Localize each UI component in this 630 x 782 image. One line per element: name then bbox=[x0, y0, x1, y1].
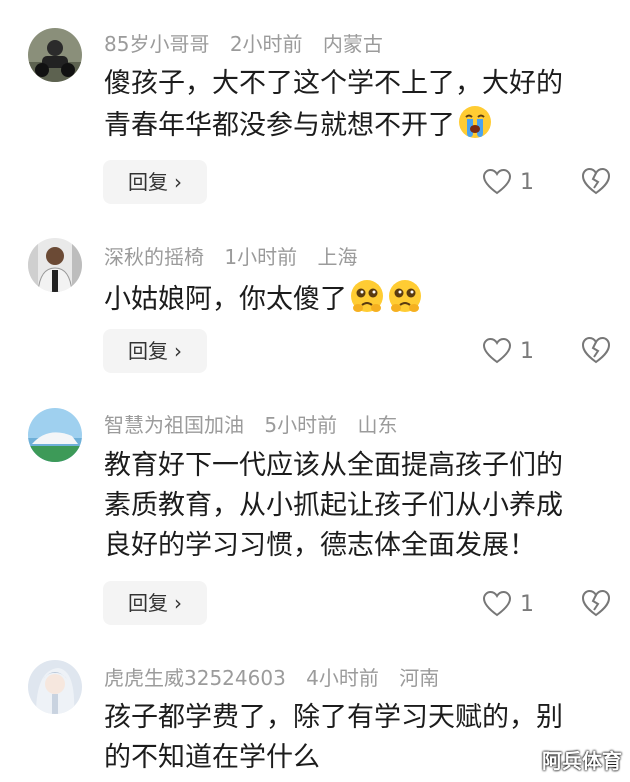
location: 上海 bbox=[317, 245, 358, 269]
chevron-right-icon: › bbox=[174, 170, 182, 194]
username[interactable]: 智慧为祖国加油 bbox=[104, 413, 244, 437]
comment-text: 孩子都学费了，除了有学习天赋的，别 的不知道在学什么 bbox=[104, 702, 563, 773]
heart-icon bbox=[482, 337, 512, 364]
dislike-button[interactable] bbox=[581, 166, 611, 196]
chevron-right-icon: › bbox=[174, 591, 182, 615]
location: 山东 bbox=[357, 413, 398, 437]
reply-button[interactable]: 回复 › bbox=[103, 581, 207, 625]
comment-meta: 深秋的摇椅 1小时前 上海 bbox=[104, 245, 371, 269]
comment-meta: 智慧为祖国加油 5小时前 山东 bbox=[104, 413, 411, 437]
watermark: 阿兵体育 bbox=[542, 749, 622, 773]
broken-heart-icon bbox=[581, 336, 611, 364]
avatar[interactable] bbox=[28, 28, 82, 82]
heart-icon bbox=[482, 590, 512, 617]
timestamp: 1小时前 bbox=[224, 245, 298, 269]
timestamp: 5小时前 bbox=[264, 413, 338, 437]
like-button[interactable]: 1 bbox=[482, 167, 534, 197]
location: 内蒙古 bbox=[322, 32, 383, 56]
pleading-face-icon bbox=[351, 280, 383, 312]
avatar[interactable] bbox=[28, 660, 82, 714]
avatar-image bbox=[28, 238, 82, 292]
timestamp: 4小时前 bbox=[306, 666, 379, 690]
avatar-image bbox=[28, 660, 82, 714]
timestamp: 2小时前 bbox=[229, 32, 303, 56]
pleading-face-icon bbox=[389, 280, 421, 312]
like-count: 1 bbox=[520, 591, 534, 617]
heart-icon bbox=[482, 168, 512, 195]
like-button[interactable]: 1 bbox=[482, 336, 534, 366]
avatar-image bbox=[28, 408, 82, 462]
avatar-image bbox=[28, 28, 82, 82]
like-count: 1 bbox=[520, 338, 534, 364]
reply-button[interactable]: 回复 › bbox=[103, 160, 207, 204]
avatar[interactable] bbox=[28, 238, 82, 292]
comment-text: 小姑娘阿，你太傻了 bbox=[104, 278, 614, 320]
comment-meta: 虎虎生威32524603 4小时前 河南 bbox=[104, 666, 453, 690]
broken-heart-icon bbox=[581, 589, 611, 617]
avatar[interactable] bbox=[28, 408, 82, 462]
dislike-button[interactable] bbox=[581, 588, 611, 618]
crying-face-icon bbox=[459, 106, 491, 138]
username[interactable]: 虎虎生威32524603 bbox=[104, 666, 286, 690]
comment-meta: 85岁小哥哥 2小时前 内蒙古 bbox=[104, 32, 397, 56]
like-count: 1 bbox=[520, 169, 534, 195]
chevron-right-icon: › bbox=[174, 339, 182, 363]
broken-heart-icon bbox=[581, 167, 611, 195]
comment-text: 傻孩子，大不了这个学不上了，大好的 青春年华都没参与就想不开了 bbox=[104, 68, 563, 141]
like-button[interactable]: 1 bbox=[482, 589, 534, 619]
dislike-button[interactable] bbox=[581, 335, 611, 365]
reply-button[interactable]: 回复 › bbox=[103, 329, 207, 373]
username[interactable]: 深秋的摇椅 bbox=[104, 245, 204, 269]
location: 河南 bbox=[399, 666, 440, 690]
comment-text: 教育好下一代应该从全面提高孩子们的 素质教育，从小抓起让孩子们从小养成 良好的学… bbox=[104, 450, 563, 561]
username[interactable]: 85岁小哥哥 bbox=[104, 32, 209, 56]
